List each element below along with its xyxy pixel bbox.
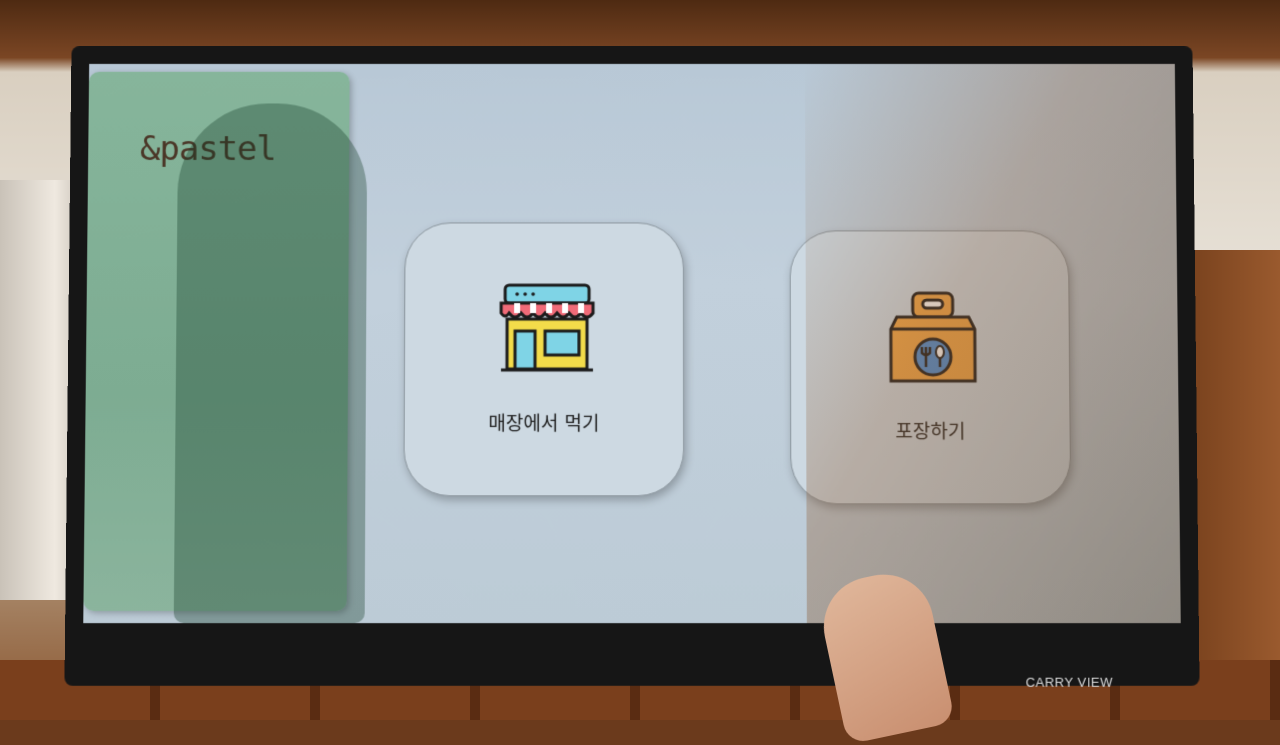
takeout-button[interactable]: 포장하기 bbox=[790, 230, 1072, 504]
dine-in-label: 매장에서 먹기 bbox=[405, 409, 683, 436]
monitor-brand-label: CARRY VIEW bbox=[1025, 675, 1113, 690]
sidebar-panel: &pastel bbox=[83, 72, 349, 611]
dine-in-button[interactable]: 매장에서 먹기 bbox=[403, 222, 684, 496]
kiosk-monitor: &pastel 매장에서 먹기 bbox=[64, 46, 1199, 686]
store-icon bbox=[497, 281, 597, 377]
takeout-label: 포장하기 bbox=[791, 417, 1070, 444]
kiosk-screen: &pastel 매장에서 먹기 bbox=[83, 64, 1180, 623]
takeout-bag-icon bbox=[883, 289, 984, 385]
brand-logo: &pastel bbox=[140, 129, 276, 169]
